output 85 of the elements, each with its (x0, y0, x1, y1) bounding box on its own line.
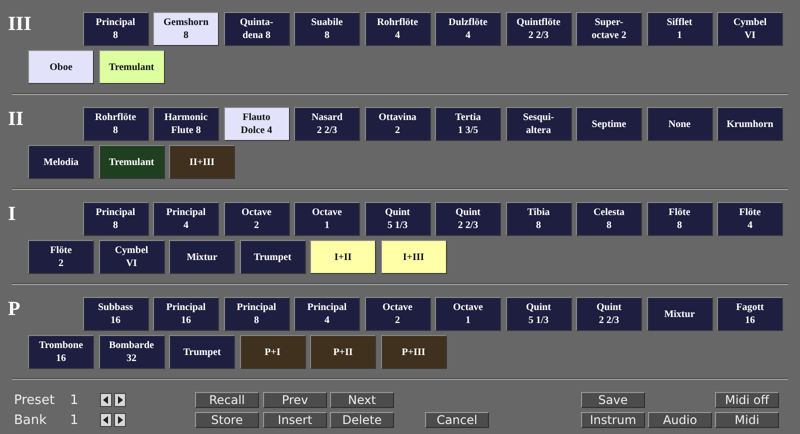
increment-button[interactable] (114, 393, 126, 407)
division-label: III (8, 12, 32, 37)
stop-button[interactable]: Gemshorn 8 (153, 12, 219, 46)
right-triangle-icon (117, 396, 123, 404)
stop-button[interactable]: None (646, 107, 712, 141)
control-button[interactable]: Delete (330, 412, 394, 428)
control-button[interactable]: Store (195, 412, 259, 428)
control-button[interactable]: Audio (648, 412, 712, 428)
control-button[interactable]: Save (581, 392, 645, 408)
stop-button[interactable]: P+II (310, 335, 376, 369)
stop-button[interactable]: II+III (169, 145, 235, 179)
stop-button[interactable]: Trombone 16 (28, 335, 94, 369)
stop-button[interactable]: Octave 2 (364, 297, 430, 331)
stop-button[interactable]: Principal 16 (153, 297, 219, 331)
stop-button[interactable]: Octave 2 (224, 202, 290, 236)
stop-button[interactable]: Harmonic Flute 8 (153, 107, 219, 141)
stop-button[interactable]: Flöte 2 (28, 240, 94, 274)
stop-button[interactable]: P+III (380, 335, 446, 369)
stop-button[interactable]: I+II (310, 240, 376, 274)
stop-button[interactable]: Quint 2 2/3 (576, 297, 642, 331)
stop-button[interactable]: Mixtur (646, 297, 712, 331)
stop-button[interactable]: Nasard 2 2/3 (294, 107, 360, 141)
stop-button[interactable]: Quinta- dena 8 (224, 12, 290, 46)
stop-button[interactable]: Quint 5 1/3 (506, 297, 572, 331)
stop-button[interactable]: Rohrflöte 4 (364, 12, 430, 46)
stop-button[interactable]: Octave 1 (294, 202, 360, 236)
stop-button[interactable]: Tremulant (98, 50, 164, 84)
stop-button[interactable]: Octave 1 (435, 297, 501, 331)
stop-button[interactable]: Trumpet (169, 335, 235, 369)
division-label: II (8, 107, 25, 132)
stop-button[interactable]: I+III (380, 240, 446, 274)
stop-button[interactable]: P+I (240, 335, 306, 369)
control-button[interactable]: Cancel (425, 412, 489, 428)
control-button[interactable]: Midi (715, 412, 779, 428)
stop-button[interactable]: Mixtur (169, 240, 235, 274)
stop-button[interactable]: Sifflet 1 (646, 12, 712, 46)
stop-button[interactable]: Oboe (28, 50, 94, 84)
stop-button[interactable]: Cymbel VI (98, 240, 164, 274)
stop-button[interactable]: Tibia 8 (506, 202, 572, 236)
stop-button[interactable]: Cymbel VI (717, 12, 783, 46)
increment-button[interactable] (114, 413, 126, 427)
stop-button[interactable]: Quint 5 1/3 (364, 202, 430, 236)
left-triangle-icon (103, 396, 109, 404)
stop-button[interactable]: Tremulant (98, 145, 164, 179)
stop-button[interactable]: Super- octave 2 (576, 12, 642, 46)
stop-button[interactable]: Suabile 8 (294, 12, 360, 46)
counter-label: Preset (14, 392, 56, 408)
control-button[interactable]: Midi off (715, 392, 779, 408)
stop-button[interactable]: Septime (576, 107, 642, 141)
stop-button[interactable]: Dulzflöte 4 (435, 12, 501, 46)
stop-button[interactable]: Celesta 8 (576, 202, 642, 236)
counter-label: Bank (14, 412, 48, 428)
stop-button[interactable]: Fagott 16 (717, 297, 783, 331)
decrement-button[interactable] (100, 393, 112, 407)
division-label: I (8, 202, 17, 227)
stop-button[interactable]: Quintflöte 2 2/3 (506, 12, 572, 46)
stop-button[interactable]: Tertia 1 3/5 (435, 107, 501, 141)
left-triangle-icon (103, 416, 109, 424)
stop-button[interactable]: Principal 8 (82, 12, 148, 46)
control-button[interactable]: Instrum (581, 412, 645, 428)
control-button[interactable]: Prev (263, 392, 327, 408)
stop-button[interactable]: Principal 8 (224, 297, 290, 331)
stop-button[interactable]: Principal 4 (153, 202, 219, 236)
division-label: P (8, 297, 22, 322)
stop-button[interactable]: Flöte 4 (717, 202, 783, 236)
stop-button[interactable]: Flauto Dolce 4 (224, 107, 290, 141)
stop-button[interactable]: Krumhorn (717, 107, 783, 141)
stop-button[interactable]: Rohrflöte 8 (82, 107, 148, 141)
stop-button[interactable]: Bombarde 32 (98, 335, 164, 369)
stop-button[interactable]: Sesqui- altera (506, 107, 572, 141)
right-triangle-icon (117, 416, 123, 424)
counter-value: 1 (70, 392, 80, 408)
stop-button[interactable]: Principal 4 (294, 297, 360, 331)
decrement-button[interactable] (100, 413, 112, 427)
stop-button[interactable]: Ottavina 2 (364, 107, 430, 141)
counter-value: 1 (70, 412, 80, 428)
stop-button[interactable]: Principal 8 (82, 202, 148, 236)
stop-button[interactable]: Flöte 8 (646, 202, 712, 236)
stop-button[interactable]: Melodia (28, 145, 94, 179)
stop-button[interactable]: Quint 2 2/3 (435, 202, 501, 236)
control-button[interactable]: Recall (195, 392, 259, 408)
stop-button[interactable]: Trumpet (240, 240, 306, 274)
control-button[interactable]: Insert (263, 412, 327, 428)
stop-button[interactable]: Subbass 16 (82, 297, 148, 331)
control-button[interactable]: Next (330, 392, 394, 408)
